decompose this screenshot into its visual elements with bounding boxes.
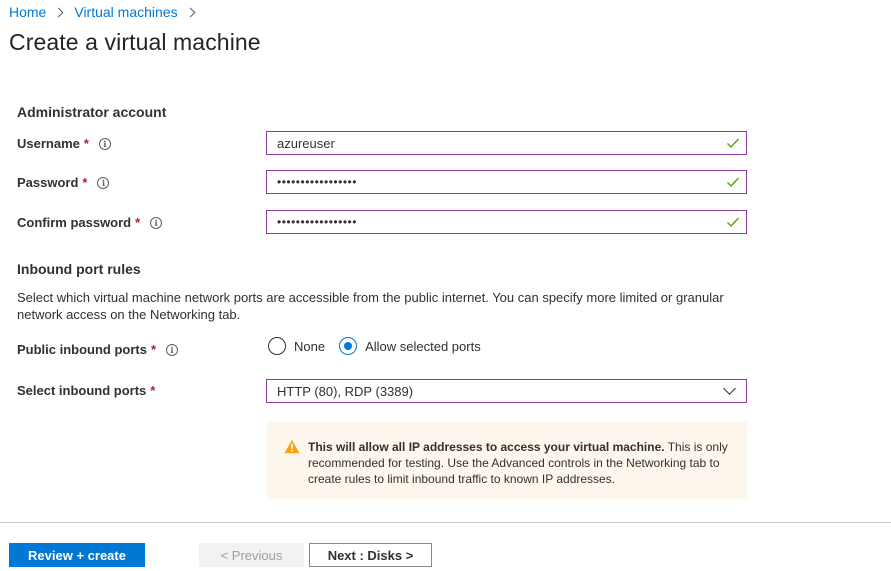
warning-bold-text: This will allow all IP addresses to acce… xyxy=(308,440,665,454)
info-icon[interactable]: i xyxy=(150,216,163,229)
username-input[interactable]: azureuser xyxy=(266,131,747,155)
warning-text: This will allow all IP addresses to acce… xyxy=(308,439,737,499)
radio-allow-selected-ports-circle[interactable] xyxy=(339,337,358,355)
username-label: Username * i xyxy=(17,136,111,151)
section-title-administrator-account: Administrator account xyxy=(17,104,167,120)
required-marker: * xyxy=(83,136,89,151)
username-label-text: Username xyxy=(17,136,80,151)
chevron-down-icon xyxy=(723,382,736,395)
warning-message: This will allow all IP addresses to acce… xyxy=(267,422,747,499)
select-inbound-ports-value: HTTP (80), RDP (3389) xyxy=(277,383,414,399)
required-marker: * xyxy=(135,215,141,230)
page-title: Create a virtual machine xyxy=(9,29,261,55)
radio-allow-selected-ports-label[interactable]: Allow selected ports xyxy=(365,339,481,354)
public-inbound-ports-label: Public inbound ports * i xyxy=(17,342,179,357)
radio-none[interactable]: None xyxy=(268,337,325,355)
public-inbound-ports-radio-group: None Allow selected ports xyxy=(268,337,495,355)
checkmark-icon xyxy=(727,177,740,188)
confirm-password-value: ••••••••••••••••• xyxy=(277,215,357,229)
required-marker: * xyxy=(150,383,156,398)
info-icon[interactable]: i xyxy=(166,343,179,356)
select-inbound-ports-label: Select inbound ports * xyxy=(17,383,155,398)
radio-allow-selected-ports[interactable]: Allow selected ports xyxy=(339,337,481,355)
checkmark-icon xyxy=(727,138,740,149)
confirm-password-label: Confirm password * i xyxy=(17,215,163,230)
confirm-password-label-text: Confirm password xyxy=(17,215,132,230)
public-inbound-ports-label-text: Public inbound ports xyxy=(17,342,147,357)
select-inbound-ports-label-text: Select inbound ports xyxy=(17,383,147,398)
info-icon[interactable]: i xyxy=(97,176,110,189)
radio-none-circle[interactable] xyxy=(268,337,286,355)
breadcrumb-virtual-machines-link[interactable]: Virtual machines xyxy=(74,4,177,20)
radio-none-label[interactable]: None xyxy=(294,339,325,354)
password-label-text: Password xyxy=(17,175,79,190)
previous-button[interactable]: < Previous xyxy=(199,543,304,567)
warning-icon xyxy=(284,439,300,454)
breadcrumb: Home Virtual machines xyxy=(9,4,206,20)
chevron-right-icon xyxy=(185,7,196,17)
info-icon[interactable]: i xyxy=(98,137,111,150)
checkmark-icon xyxy=(727,217,740,228)
password-input[interactable]: ••••••••••••••••• xyxy=(266,170,747,194)
footer-divider xyxy=(0,522,891,523)
inbound-description: Select which virtual machine network por… xyxy=(17,290,724,322)
password-label: Password * i xyxy=(17,175,110,190)
breadcrumb-home-link[interactable]: Home xyxy=(9,4,46,20)
confirm-password-input[interactable]: ••••••••••••••••• xyxy=(266,210,747,234)
required-marker: * xyxy=(151,342,157,357)
review-create-button[interactable]: Review + create xyxy=(9,543,145,567)
select-inbound-ports-dropdown[interactable]: HTTP (80), RDP (3389) xyxy=(266,379,747,403)
chevron-right-icon xyxy=(53,7,64,17)
password-value: ••••••••••••••••• xyxy=(277,175,357,189)
section-title-inbound-port-rules: Inbound port rules xyxy=(17,261,141,277)
next-disks-button[interactable]: Next : Disks > xyxy=(309,543,432,567)
required-marker: * xyxy=(82,175,88,190)
username-value: azureuser xyxy=(277,135,335,151)
